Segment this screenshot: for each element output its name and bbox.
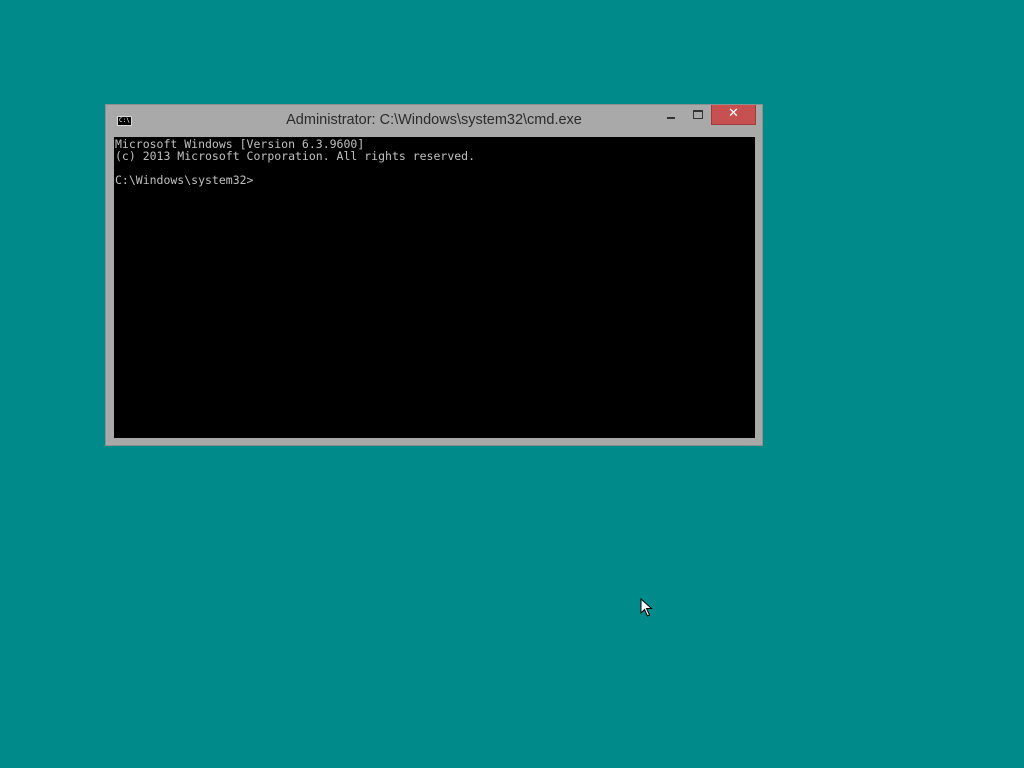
close-icon: ✕ xyxy=(728,106,739,121)
desktop[interactable]: C:\ Administrator: C:\Windows\system32\c… xyxy=(0,0,1024,768)
console-prompt: C:\Windows\system32> xyxy=(115,173,254,187)
cmd-window[interactable]: C:\ Administrator: C:\Windows\system32\c… xyxy=(105,104,763,446)
mouse-pointer-icon xyxy=(640,598,653,617)
close-button[interactable]: ✕ xyxy=(711,105,756,125)
console-line: (c) 2013 Microsoft Corporation. All righ… xyxy=(115,149,476,163)
maximize-button[interactable] xyxy=(685,105,711,125)
window-titlebar[interactable]: C:\ Administrator: C:\Windows\system32\c… xyxy=(106,105,762,137)
minimize-button[interactable] xyxy=(658,105,684,125)
console-output[interactable]: Microsoft Windows [Version 6.3.9600] (c)… xyxy=(114,137,755,438)
